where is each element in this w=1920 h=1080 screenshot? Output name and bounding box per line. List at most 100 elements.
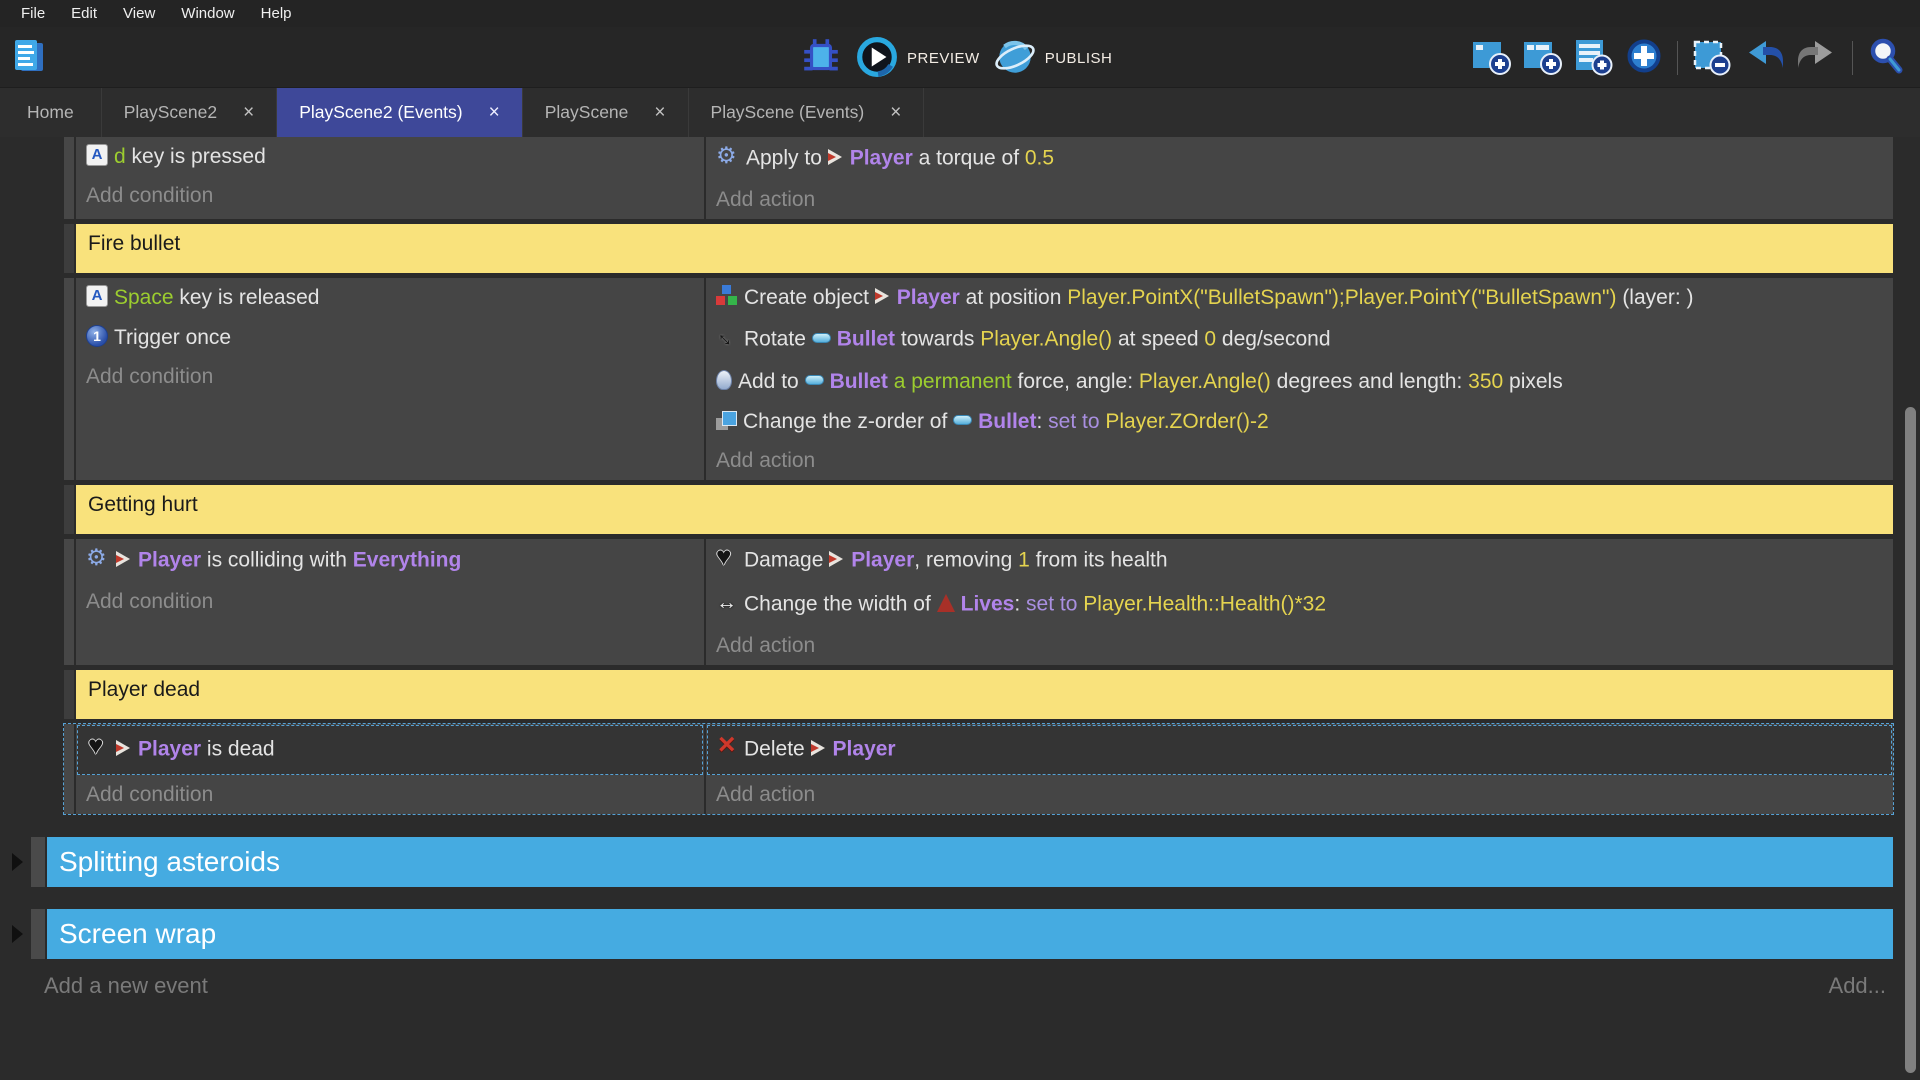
close-tab-icon[interactable]: ×: [489, 103, 500, 122]
vertical-scrollbar-thumb[interactable]: [1905, 407, 1916, 1073]
condition-line[interactable]: Player is dead: [78, 726, 702, 774]
tab-label: PlayScene2: [124, 102, 217, 123]
tab-label: Home: [27, 102, 74, 123]
action-line[interactable]: Damage Player, removing 1 from its healt…: [706, 539, 1893, 583]
action-line[interactable]: Change the z-order of Bullet: set to Pla…: [706, 402, 1893, 442]
action-line[interactable]: Rotate Bullet towards Player.Angle() at …: [706, 318, 1893, 362]
add-action-button[interactable]: Add action: [706, 442, 1893, 480]
search-icon[interactable]: [1866, 36, 1906, 79]
text-segment: Player: [138, 549, 201, 572]
collapse-arrow-icon[interactable]: [12, 925, 23, 943]
menu-help[interactable]: Help: [248, 0, 305, 27]
condition-line[interactable]: Space key is released: [76, 278, 704, 318]
heart-icon: [716, 539, 738, 579]
text-segment: towards: [895, 328, 980, 351]
tab-playscene[interactable]: PlayScene ×: [523, 88, 689, 137]
action-line[interactable]: Apply to Player a torque of 0.5: [706, 137, 1893, 181]
action-line[interactable]: Create object Player at position Player.…: [706, 278, 1893, 318]
publish-button[interactable]: PUBLISH: [994, 36, 1113, 81]
add-action-button[interactable]: Add action: [706, 776, 1893, 814]
toolbar-right: [1471, 36, 1906, 79]
gdevelop-window: File Edit View Window Help: [0, 0, 1920, 1080]
comment-row: Player dead: [64, 670, 1893, 719]
tab-label: PlayScene: [545, 102, 629, 123]
preview-play-icon: [856, 36, 898, 81]
event-drag-handle[interactable]: [64, 724, 76, 814]
event-drag-handle[interactable]: [64, 539, 76, 665]
undo-icon[interactable]: [1742, 36, 1786, 79]
add-action-button[interactable]: Add action: [706, 627, 1893, 665]
text-segment: Bullet: [830, 370, 888, 393]
menu-window[interactable]: Window: [168, 0, 247, 27]
tab-playscene2-events[interactable]: PlayScene2 (Events) ×: [277, 88, 523, 137]
redo-icon[interactable]: [1795, 36, 1839, 79]
group-bar[interactable]: Splitting asteroids: [47, 837, 1893, 887]
condition-line[interactable]: d key is pressed: [76, 137, 704, 177]
action-line[interactable]: Delete Player: [708, 726, 1891, 774]
action-line[interactable]: Change the width of Lives: set to Player…: [706, 583, 1893, 627]
text-segment: , removing: [914, 549, 1018, 572]
add-button[interactable]: Add...: [1829, 973, 1886, 999]
add-condition-button[interactable]: Add condition: [76, 776, 704, 814]
app-logo-icon[interactable]: [12, 37, 48, 80]
text-segment: (layer: ): [1616, 286, 1693, 309]
group-bar[interactable]: Screen wrap: [47, 909, 1893, 959]
event-drag-handle[interactable]: [64, 278, 76, 480]
event-drag-handle[interactable]: [31, 837, 47, 887]
width-icon: [716, 583, 738, 623]
tab-playscene-events[interactable]: PlayScene (Events) ×: [689, 88, 925, 137]
event-drag-handle[interactable]: [64, 224, 76, 273]
tab-playscene2[interactable]: PlayScene2 ×: [102, 88, 278, 137]
text-segment: a permanent: [888, 370, 1012, 393]
add-action-button[interactable]: Add action: [706, 181, 1893, 219]
event-drag-handle[interactable]: [31, 909, 47, 959]
add-comment-icon[interactable]: [1573, 36, 1615, 79]
close-tab-icon[interactable]: ×: [243, 103, 254, 122]
close-tab-icon[interactable]: ×: [890, 103, 901, 122]
bullet-icon: [812, 333, 831, 343]
close-tab-icon[interactable]: ×: [654, 103, 665, 122]
add-subevent-icon[interactable]: [1522, 36, 1564, 79]
text-segment: from its health: [1030, 549, 1168, 572]
menu-view[interactable]: View: [110, 0, 168, 27]
text-segment: Bullet: [978, 410, 1036, 433]
condition-line[interactable]: Trigger once: [76, 318, 704, 358]
events-sheet: d key is pressed Add condition Apply to …: [0, 137, 1920, 1080]
actions-column: Delete Player Add action: [706, 724, 1893, 814]
add-condition-button[interactable]: Add condition: [76, 177, 704, 215]
event-drag-handle[interactable]: [64, 137, 76, 219]
add-new-event-button[interactable]: Add a new event: [44, 973, 208, 999]
toolbar-center: PREVIEW PUBLISH: [800, 35, 1112, 82]
preview-button[interactable]: PREVIEW: [856, 36, 980, 81]
text-segment: Everything: [353, 549, 462, 572]
text-segment: Player.Health::Health()*32: [1083, 593, 1326, 616]
ship-icon: [811, 740, 827, 756]
collapse-arrow-icon[interactable]: [12, 853, 23, 871]
add-new-icon[interactable]: [1624, 36, 1664, 79]
menu-file[interactable]: File: [8, 0, 58, 27]
text-segment: at speed: [1112, 328, 1204, 351]
conditions-column: Player is colliding with Everything Add …: [76, 539, 706, 665]
comment-bar[interactable]: Getting hurt: [76, 485, 1893, 534]
comment-bar[interactable]: Fire bullet: [76, 224, 1893, 273]
add-event-icon[interactable]: [1471, 36, 1513, 79]
conditions-column: Space key is released Trigger once Add c…: [76, 278, 706, 480]
main-toolbar: PREVIEW PUBLISH: [0, 27, 1920, 88]
text-segment: 350: [1468, 370, 1503, 393]
keyboard-key-icon: [86, 144, 108, 166]
text-segment: Player.Angle(): [980, 328, 1112, 351]
physics-icon: [716, 137, 740, 177]
condition-line[interactable]: Player is colliding with Everything: [76, 539, 704, 583]
delete-selection-icon[interactable]: [1691, 36, 1733, 79]
debug-chip-icon[interactable]: [800, 35, 842, 82]
preview-label: PREVIEW: [907, 50, 980, 67]
event-drag-handle[interactable]: [64, 485, 76, 534]
comment-bar[interactable]: Player dead: [76, 670, 1893, 719]
add-condition-button[interactable]: Add condition: [76, 358, 704, 396]
event-drag-handle[interactable]: [64, 670, 76, 719]
text-segment: Change the width of: [744, 593, 937, 616]
action-line[interactable]: Add to Bullet a permanent force, angle: …: [706, 362, 1893, 402]
tab-home[interactable]: Home: [0, 88, 102, 137]
menu-edit[interactable]: Edit: [58, 0, 110, 27]
add-condition-button[interactable]: Add condition: [76, 583, 704, 621]
